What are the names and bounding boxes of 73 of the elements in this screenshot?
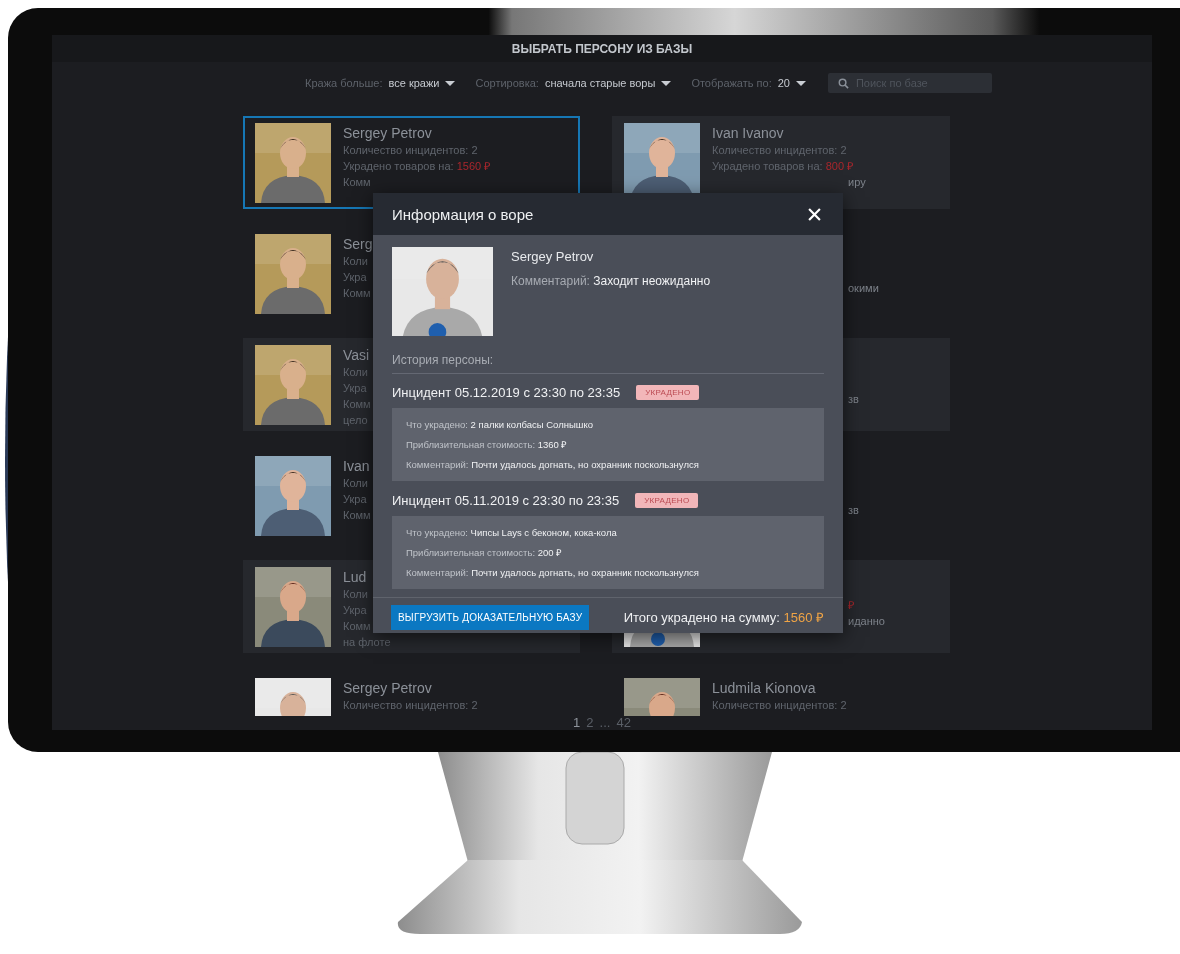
person-name: Serg (343, 235, 373, 253)
incident-title: Инцидент 05.11.2019 с 23:30 по 23:35 (392, 492, 620, 508)
filter-dropdown[interactable]: 20 (777, 77, 806, 89)
person-name: Ivan (343, 457, 370, 475)
info-text: Коли (343, 365, 368, 380)
total-value: 1560 ₽ (783, 610, 824, 625)
person-name: Sergey Petrov (511, 249, 595, 264)
comment-text: Заходит неожиданно (593, 274, 711, 288)
filter-label: Сортировка: (475, 77, 539, 89)
person-card[interactable]: Ludmila Kionova Количество инцидентов: 2 (612, 671, 950, 716)
detail-label: Комментарий: (406, 567, 469, 578)
detail-value: 2 палки колбасы Солнышко (470, 419, 593, 430)
filter-label: Отображать по: (691, 77, 772, 89)
detail-label: Комментарий: (406, 459, 469, 470)
detail-value: 200 ₽ (537, 547, 563, 558)
total-label: Итого украдено на сумму: (623, 610, 780, 625)
detail-value: Почти удалось догнать, но охранник поскользнулся (471, 567, 699, 578)
info-text: Комм (343, 508, 371, 523)
info-text: зв (848, 392, 859, 407)
info-text: Укра (343, 270, 367, 285)
page-link[interactable]: 1 (573, 716, 581, 730)
amount-value: ₽ (848, 598, 854, 613)
person-name: Ivan Ivanov (712, 124, 784, 142)
status-badge: УКРАДЕНО (636, 384, 700, 400)
amount-label: Украдено товаров на: (712, 160, 823, 172)
info-text: Количество инцидентов: 2 (343, 698, 478, 713)
person-name: Sergey Petrov (343, 124, 432, 142)
info-text: иру (848, 175, 866, 190)
status-badge: УКРАДЕНО (635, 492, 699, 508)
info-text: иданно (848, 614, 885, 629)
info-text: окими (848, 281, 879, 296)
filter-dropdown[interactable]: все кражи (388, 77, 456, 89)
detail-label: Что украдено: (406, 419, 468, 430)
amount-label: Украдено товаров на: (343, 160, 454, 172)
person-name: Lud (343, 568, 367, 586)
info-text: Коли (343, 254, 368, 269)
detail-label: Приблизительная стоимость: (406, 547, 536, 558)
detail-value: Чипсы Lays с беконом, кока-кола (470, 527, 617, 538)
incident-title: Инцидент 05.12.2019 с 23:30 по 23:35 (392, 384, 621, 400)
info-text: Укра (343, 603, 367, 618)
detail-label: Приблизительная стоимость: (406, 439, 536, 450)
amount-value: 1560 ₽ (456, 160, 491, 172)
person-name: Ludmila Kionova (712, 679, 816, 697)
filter-label: Кража больше: (305, 77, 383, 89)
page-title: ВЫБРАТЬ ПЕРСОНУ ИЗ БАЗЫ (511, 41, 693, 56)
filter-dropdown[interactable]: сначала старые воры (544, 77, 672, 89)
info-text: Комм (343, 619, 371, 634)
detail-label: Что украдено: (406, 527, 468, 538)
info-text: Комм (343, 175, 371, 190)
caret-icon (445, 80, 456, 86)
info-text: Количество инцидентов: 2 (343, 143, 478, 158)
person-name: Vasi (343, 346, 370, 364)
comment-label: Комментарий: (511, 274, 590, 288)
info-text: цело (343, 413, 368, 428)
person-card[interactable]: Sergey Petrov Количество инцидентов: 2 (243, 671, 580, 716)
detail-value: Почти удалось догнать, но охранник поскользнулся (471, 459, 699, 470)
info-text: Комм (343, 397, 371, 412)
info-text: Количество инцидентов: 2 (712, 143, 847, 158)
export-button[interactable]: ВЫГРУЗИТЬ ДОКАЗАТЕЛЬНУЮ БАЗУ (391, 604, 590, 630)
info-text: Коли (343, 476, 368, 491)
info-text: Количество инцидентов: 2 (712, 698, 847, 713)
person-name: Sergey Petrov (343, 679, 432, 697)
amount-value: 800 ₽ (825, 160, 854, 172)
info-text: Укра (343, 492, 367, 507)
info-text: на флоте (343, 635, 391, 650)
detail-value: 1360 ₽ (537, 439, 568, 450)
caret-icon (795, 80, 806, 86)
info-text: зв (848, 503, 859, 518)
info-text: Комм (343, 286, 371, 301)
info-text: Коли (343, 587, 368, 602)
section-label: История персоны: (392, 353, 495, 367)
info-text: Укра (343, 381, 367, 396)
caret-icon (661, 80, 672, 86)
